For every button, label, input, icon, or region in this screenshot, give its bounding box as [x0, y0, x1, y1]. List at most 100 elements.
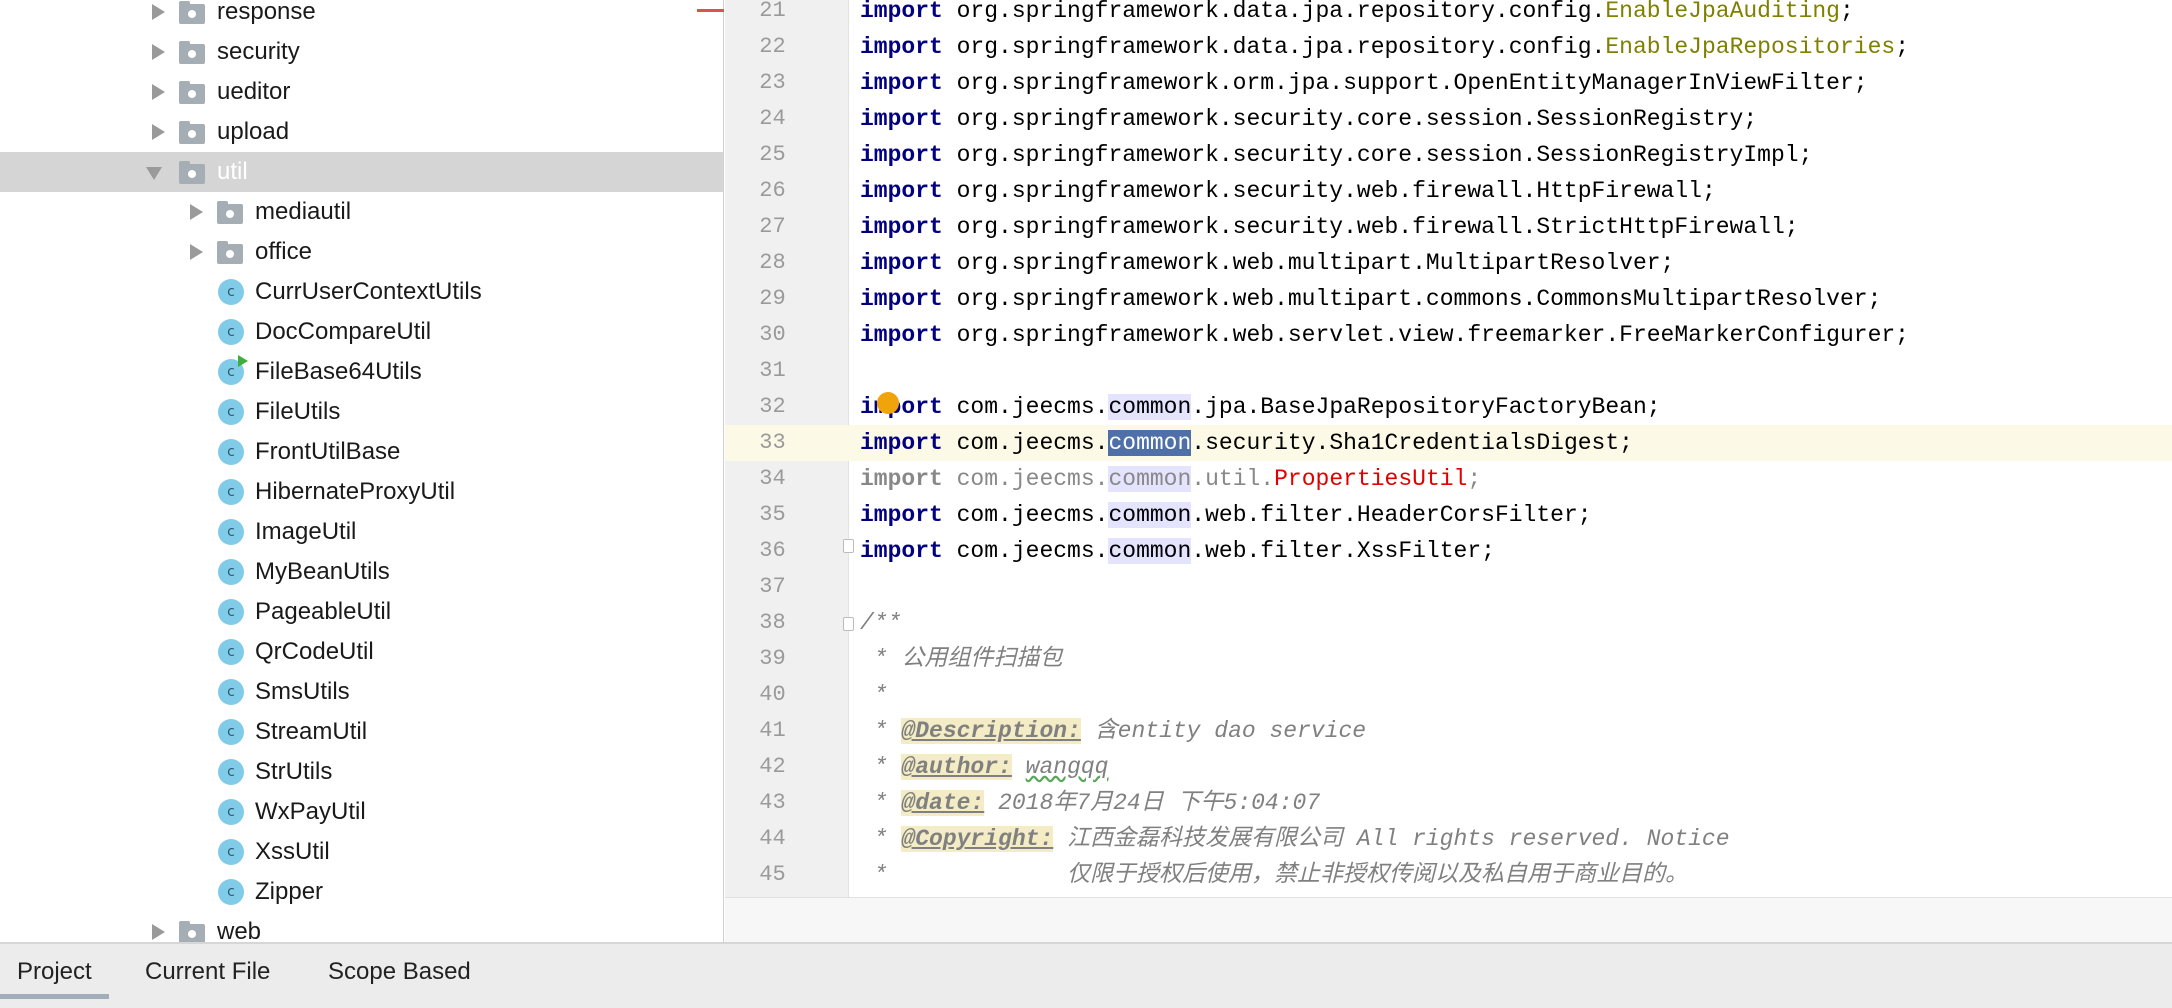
tree-item-label: HibernateProxyUtil [255, 478, 456, 505]
code-token: * 公用组件扫描包 [860, 646, 1063, 672]
line-number: 26 [759, 178, 786, 203]
code-token: EnableJpaAuditing [1605, 0, 1840, 24]
line-number: 28 [759, 250, 786, 275]
fold-marker-icon[interactable] [843, 539, 854, 553]
code-token: import [860, 0, 943, 24]
tree-item-upload[interactable]: upload [0, 112, 723, 152]
tree-item-util[interactable]: util [0, 152, 723, 192]
code-token: /** [860, 610, 902, 636]
chevron-right-icon[interactable] [152, 84, 165, 100]
tree-item-mybeanutils[interactable]: c MyBeanUtils [0, 552, 723, 592]
chevron-right-icon[interactable] [152, 924, 165, 940]
code-token: * 仅限于授权后使用，禁止非授权传阅以及私自用于商业目的。 [860, 862, 1689, 888]
code-token: ; [1895, 34, 1910, 60]
tree-item-label: StreamUtil [255, 718, 368, 745]
tab-scope-based[interactable]: Scope Based [311, 944, 488, 999]
code-line: 26 import org.springframework.security.we… [725, 173, 2172, 209]
chevron-down-icon[interactable] [146, 167, 162, 180]
fold-marker-icon[interactable] [843, 617, 854, 631]
project-tree[interactable]: response security ueditor upload util mediaut… [0, 0, 724, 942]
code-text: * @Copyright: 江西金磊科技发展有限公司 All rights re… [860, 821, 1730, 857]
code-token: org.springframework.web.servlet.view.fre… [942, 322, 1909, 348]
code-line: 38 /** [725, 605, 2172, 641]
tab-project[interactable]: Project [0, 944, 109, 999]
tree-item-web[interactable]: web [0, 912, 723, 942]
code-token: com.jeecms. [942, 466, 1109, 492]
tree-item-currusercontextutils[interactable]: c CurrUserContextUtils [0, 272, 723, 312]
line-number: 21 [759, 0, 786, 23]
tree-item-fileutils[interactable]: c FileUtils [0, 392, 723, 432]
tree-item-hibernateproxyutil[interactable]: c HibernateProxyUtil [0, 472, 723, 512]
tree-item-label: web [217, 918, 262, 942]
code-token: ; [1467, 466, 1482, 492]
tree-item-ueditor[interactable]: ueditor [0, 72, 723, 112]
code-text: import org.springframework.security.core… [860, 101, 1757, 137]
change-marker [697, 9, 724, 12]
code-text: import org.springframework.data.jpa.repo… [860, 0, 1854, 29]
tree-item-zipper[interactable]: c Zipper [0, 872, 723, 912]
class-icon: c [218, 439, 244, 465]
line-number: 24 [759, 106, 786, 131]
run-icon [238, 355, 248, 367]
class-icon: c [218, 519, 244, 545]
code-line: 35 import com.jeecms.common.web.filter.He… [725, 497, 2172, 533]
chevron-right-icon[interactable] [152, 4, 165, 20]
class-icon: c [218, 759, 244, 785]
tree-item-mediautil[interactable]: mediautil [0, 192, 723, 232]
code-editor[interactable]: 21 import org.springframework.data.jpa.re… [725, 0, 2172, 897]
code-line: 22 import org.springframework.data.jpa.re… [725, 29, 2172, 65]
code-text: import org.springframework.security.web.… [860, 173, 1716, 209]
tree-item-frontutilbase[interactable]: c FrontUtilBase [0, 432, 723, 472]
tree-item-wxpayutil[interactable]: c WxPayUtil [0, 792, 723, 832]
tree-item-xssutil[interactable]: c XssUtil [0, 832, 723, 872]
intention-bulb-icon[interactable] [877, 392, 899, 414]
code-line: 45 * 仅限于授权后使用，禁止非授权传阅以及私自用于商业目的。 [725, 857, 2172, 893]
code-token: import [860, 466, 943, 492]
tree-item-streamutil[interactable]: c StreamUtil [0, 712, 723, 752]
tree-item-label: security [217, 38, 300, 65]
tree-item-label: office [255, 238, 312, 265]
code-token: 含entity dao service [1080, 718, 1367, 744]
code-token: org.springframework.data.jpa.repository.… [942, 34, 1606, 60]
code-text: import org.springframework.orm.jpa.suppo… [860, 65, 1868, 101]
tree-item-smsutils[interactable]: c SmsUtils [0, 672, 723, 712]
line-number: 37 [759, 574, 786, 599]
code-token: common [1108, 466, 1192, 492]
tree-item-label: util [217, 158, 248, 185]
code-token: .util. [1191, 466, 1275, 492]
code-token: org.springframework.security.web.firewal… [942, 214, 1799, 240]
code-line: 23 import org.springframework.orm.jpa.sup… [725, 65, 2172, 101]
chevron-right-icon[interactable] [190, 204, 203, 220]
tab-current-file[interactable]: Current File [128, 944, 287, 999]
code-text: import org.springframework.web.multipart… [860, 245, 1674, 281]
code-line: 40 * [725, 677, 2172, 713]
code-text: import com.jeecms.common.util.Properties… [860, 461, 1481, 497]
tree-item-filebase64utils[interactable]: c FileBase64Utils [0, 352, 723, 392]
scope-tabs: Project Current File Scope Based [0, 942, 2172, 1008]
line-number: 36 [759, 538, 786, 563]
code-token: .web.filter.HeaderCorsFilter; [1191, 502, 1592, 528]
chevron-right-icon[interactable] [152, 44, 165, 60]
tree-item-imageutil[interactable]: c ImageUtil [0, 512, 723, 552]
code-text: import org.springframework.data.jpa.repo… [860, 29, 1909, 65]
tree-item-pageableutil[interactable]: c PageableUtil [0, 592, 723, 632]
chevron-right-icon[interactable] [152, 124, 165, 140]
chevron-right-icon[interactable] [190, 244, 203, 260]
tree-item-strutils[interactable]: c StrUtils [0, 752, 723, 792]
tree-item-label: WxPayUtil [255, 798, 366, 825]
code-token: common [1108, 538, 1192, 564]
tree-item-label: StrUtils [255, 758, 333, 785]
tree-item-security[interactable]: security [0, 32, 723, 72]
tree-item-response[interactable]: response [0, 0, 723, 32]
tree-item-qrcodeutil[interactable]: c QrCodeUtil [0, 632, 723, 672]
code-line: 43 * @date: 2018年7月24日 下午5:04:07 [725, 785, 2172, 821]
code-text: * [860, 677, 888, 713]
code-token: com.jeecms. [942, 430, 1109, 456]
tree-item-office[interactable]: office [0, 232, 723, 272]
code-text: * @date: 2018年7月24日 下午5:04:07 [860, 785, 1320, 821]
code-token: import [860, 34, 943, 60]
code-line: 25 import org.springframework.security.co… [725, 137, 2172, 173]
tree-item-label: SmsUtils [255, 678, 350, 705]
code-token: * [860, 826, 902, 852]
tree-item-doccompareutil[interactable]: c DocCompareUtil [0, 312, 723, 352]
